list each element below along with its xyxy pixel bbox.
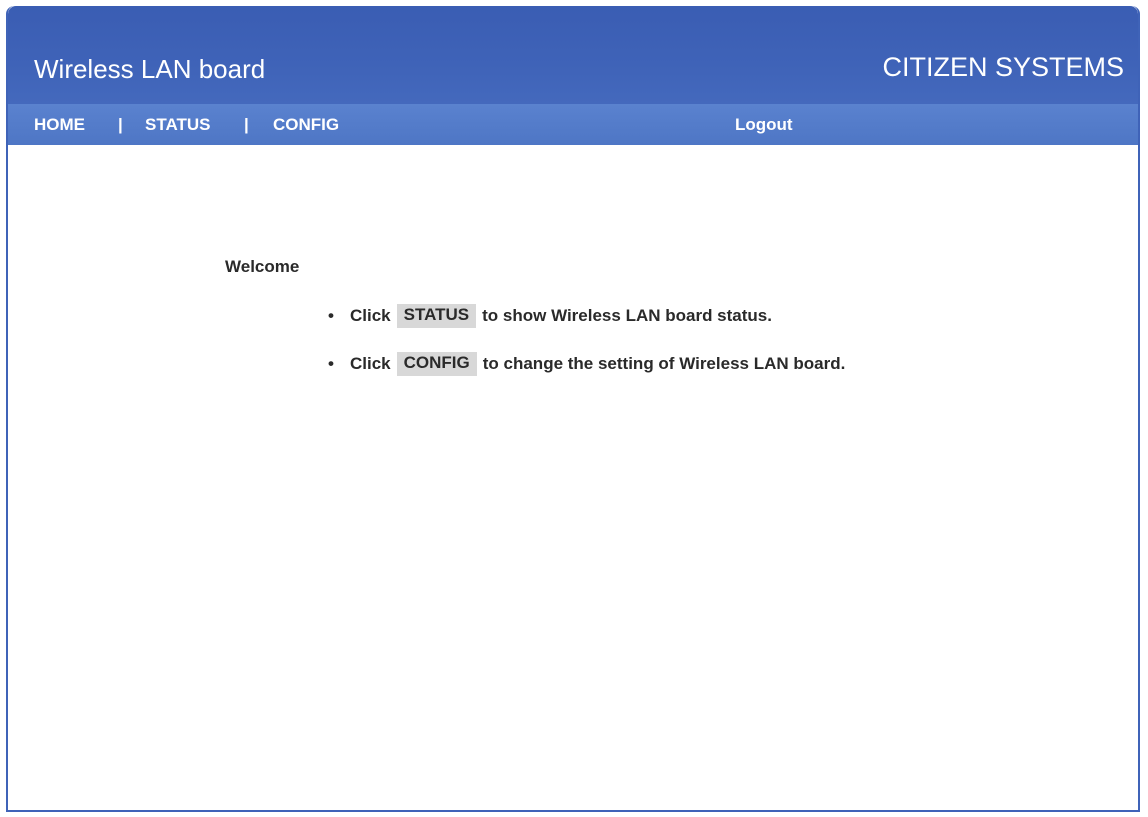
instruction-prefix: Click: [350, 354, 391, 373]
app-title: Wireless LAN board: [34, 54, 266, 84]
header-bar: Wireless LAN board CITIZEN SYSTEMS: [8, 6, 1138, 104]
bullet-icon: •: [328, 306, 334, 325]
logout-link[interactable]: Logout: [735, 115, 793, 135]
nav-config-link[interactable]: CONFIG: [273, 115, 339, 135]
instruction-suffix: to change the setting of Wireless LAN bo…: [482, 354, 846, 373]
instruction-list: • Click STATUS to show Wireless LAN boar…: [328, 304, 846, 402]
nav-bar: HOME | STATUS | CONFIG Logout: [8, 104, 1138, 145]
welcome-heading: Welcome: [225, 257, 300, 276]
brand-name: CITIZEN SYSTEMS: [882, 52, 1124, 82]
instruction-suffix: to show Wireless LAN board status.: [482, 306, 772, 325]
instruction-prefix: Click: [350, 306, 391, 325]
nav-status-link[interactable]: STATUS: [145, 115, 210, 135]
nav-home-link[interactable]: HOME: [34, 115, 85, 135]
main-content: Welcome • Click STATUS to show Wireless …: [8, 145, 1138, 810]
config-inline-button[interactable]: CONFIG: [396, 352, 477, 376]
list-item: • Click CONFIG to change the setting of …: [328, 352, 846, 402]
nav-separator: |: [244, 115, 249, 134]
nav-separator: |: [118, 115, 123, 134]
list-item: • Click STATUS to show Wireless LAN boar…: [328, 304, 845, 354]
status-inline-button[interactable]: STATUS: [396, 304, 477, 328]
app-window: Wireless LAN board CITIZEN SYSTEMS HOME …: [6, 6, 1140, 812]
bullet-icon: •: [328, 354, 334, 373]
